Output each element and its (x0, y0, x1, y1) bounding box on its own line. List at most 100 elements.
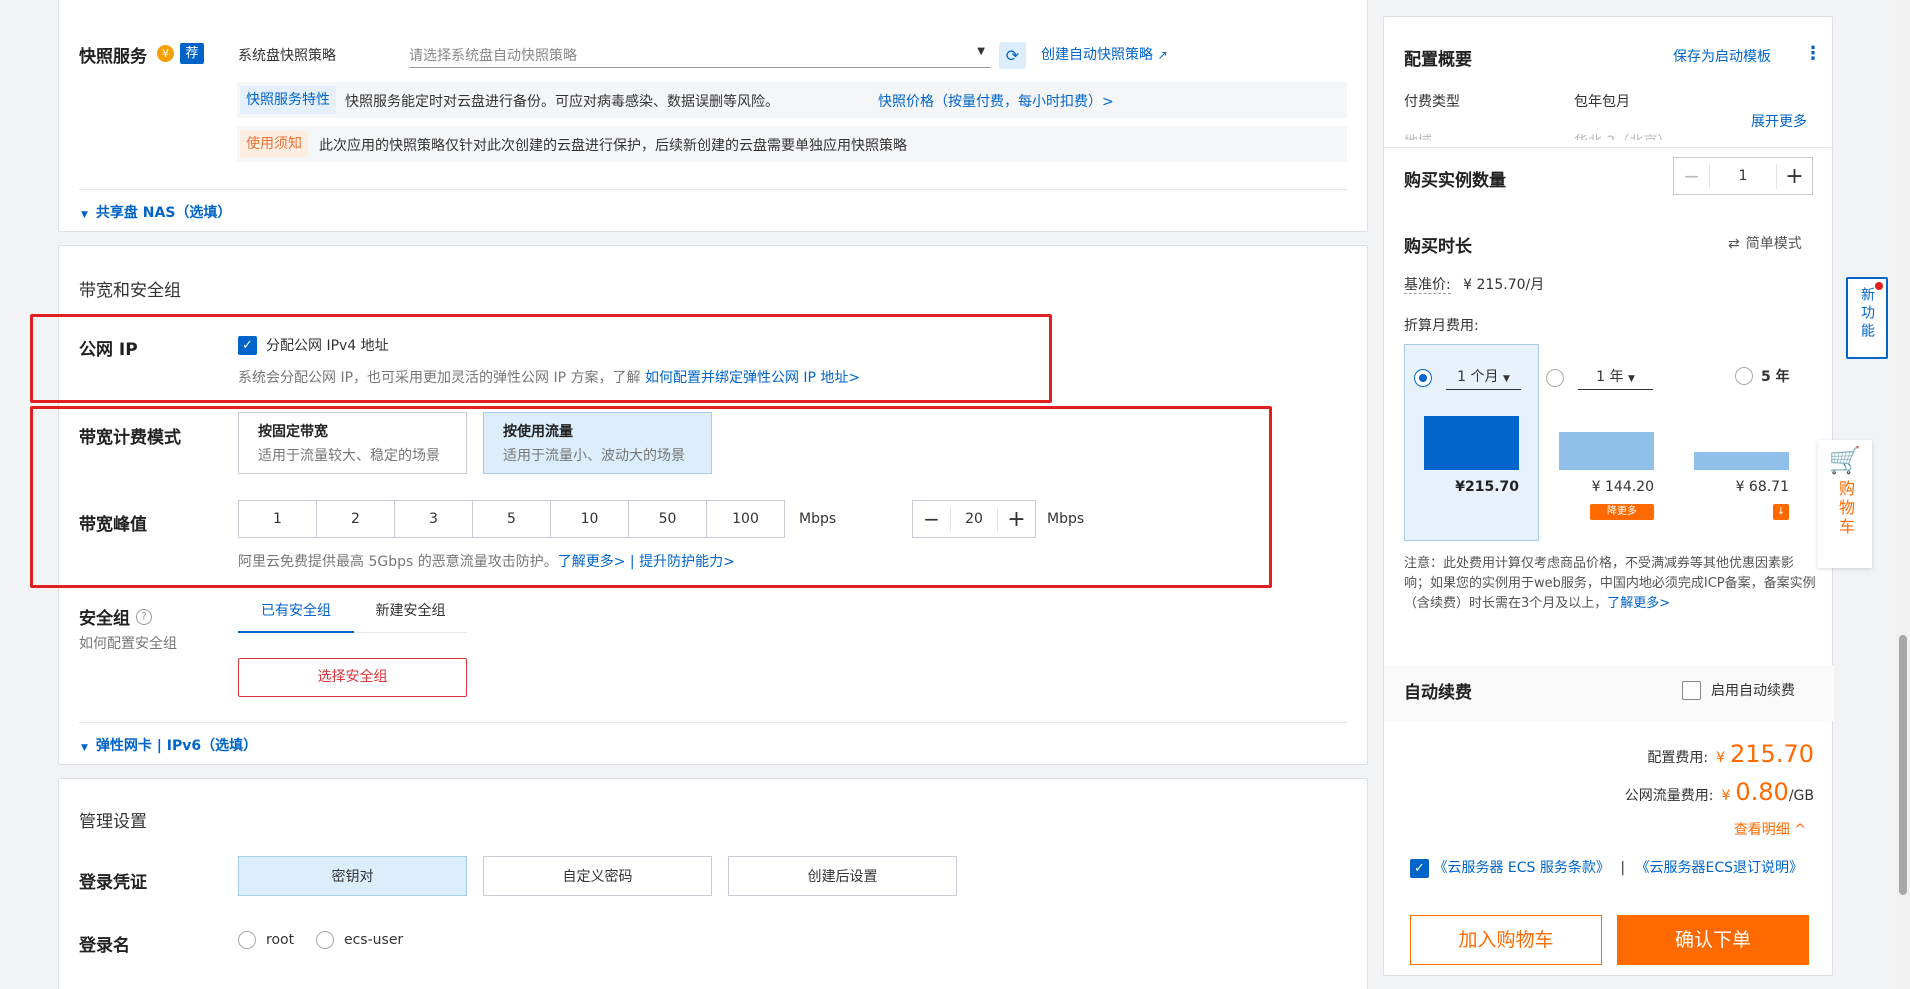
feature-row: 快照服务特性 快照服务能定时对云盘进行备份。可应对病毒感染、数据误删等风险。 快… (237, 82, 1347, 118)
scrollbar-thumb[interactable] (1899, 635, 1907, 895)
plan-1m-price: ¥215.70 (1455, 479, 1519, 495)
plan-1m-radio[interactable] (1414, 369, 1432, 387)
save-template-link[interactable]: 保存为启动模板 (1673, 46, 1771, 66)
config-fee-currency: ¥ (1716, 750, 1726, 766)
traffic-fee-row: 公网流量费用: ¥ 0.80 /GB (1625, 778, 1814, 806)
eni-toggle[interactable]: ▼ 弹性网卡 | IPv6（选填） (81, 735, 257, 755)
refresh-icon: ⟳ (1005, 46, 1020, 65)
security-group-label: 安全组 (79, 609, 130, 629)
cart-widget[interactable]: 🛒 购物车 (1818, 440, 1872, 568)
view-detail-link[interactable]: 查看明细 ^ (1734, 819, 1806, 839)
auto-renew-box[interactable] (1682, 680, 1701, 700)
coin-icon: ¥ (157, 45, 174, 62)
plan-5y-radio[interactable] (1735, 367, 1753, 385)
triangle-down-icon: ▼ (81, 210, 88, 220)
traffic-fee-currency: ¥ (1721, 788, 1731, 804)
username-ecs-user[interactable]: ecs-user (316, 931, 403, 949)
new-feature-widget[interactable]: 新功能 (1846, 277, 1888, 359)
base-price-label: 基准价: (1404, 277, 1451, 294)
summary-title: 配置概要 (1404, 50, 1472, 70)
more-vertical-icon[interactable]: ⋮ (1804, 43, 1822, 64)
management-section-title: 管理设置 (79, 812, 147, 832)
config-fee-label: 配置费用: (1647, 750, 1709, 766)
username-label: 登录名 (79, 936, 130, 956)
help-icon[interactable]: ? (136, 608, 152, 625)
plan-1y-select[interactable]: 1 年 ▼ (1578, 366, 1653, 390)
snapshot-price-link[interactable]: 快照价格（按量付费，每小时扣费）> (878, 91, 1114, 111)
confirm-order-button[interactable]: 确认下单 (1617, 915, 1809, 965)
simple-mode-label: 简单模式 (1745, 236, 1802, 252)
highlight-bandwidth (30, 406, 1272, 588)
terms-sep: | (1620, 860, 1626, 876)
qty-value[interactable]: 1 (1710, 168, 1776, 184)
summary-panel: 配置概要 保存为启动模板 ⋮ 付费类型 包年包月 地域 华北 2（北京） 展开更… (1383, 16, 1834, 976)
qty-label: 购买实例数量 (1404, 171, 1506, 191)
terms-link-2[interactable]: 《云服务器ECS退订说明》 (1636, 860, 1804, 876)
plan-1y-header[interactable]: 1 年 ▼ (1546, 366, 1653, 390)
pay-type-label: 付费类型 (1404, 94, 1460, 110)
security-group-label-wrap: 安全组 ? (79, 604, 152, 629)
username-root-label: root (266, 932, 295, 948)
plan-5y-header[interactable]: 5 年 (1735, 366, 1790, 386)
qty-plus-icon[interactable]: + (1776, 163, 1812, 189)
create-policy-link[interactable]: 创建自动快照策略 ↗ (1041, 44, 1168, 64)
config-fee-row: 配置费用: ¥ 215.70 (1647, 740, 1814, 768)
traffic-fee-unit: /GB (1788, 788, 1814, 804)
price-note: 注意：此处费用计算仅考虑商品价格，不受满减券等其他优惠因素影响；如果您的实例用于… (1404, 554, 1816, 614)
notice-tag: 使用须知 (240, 130, 308, 158)
login-option-keypair[interactable]: 密钥对 (238, 856, 467, 896)
highlight-public-ip (30, 314, 1052, 403)
cart-icon: 🛒 (1828, 446, 1862, 476)
tab-existing-sg[interactable]: 已有安全组 (238, 596, 354, 633)
pay-type-value: 包年包月 (1574, 94, 1630, 110)
plan-bar (1694, 452, 1789, 470)
plan-5y-price: ¥ 68.71 (1735, 479, 1789, 495)
eni-label: 弹性网卡 | IPv6（选填） (95, 738, 258, 754)
policy-placeholder: 请选择系统盘自动快照策略 (409, 48, 577, 64)
plan-5y-label: 5 年 (1761, 369, 1790, 385)
config-fee-value: 215.70 (1730, 740, 1814, 768)
login-label: 登录凭证 (79, 873, 147, 893)
auto-renew-checkbox[interactable]: 启用自动续费 (1682, 680, 1795, 700)
security-group-help[interactable]: 如何配置安全组 (79, 633, 177, 653)
qty-stepper: − 1 + (1673, 157, 1813, 195)
notification-dot (1875, 282, 1883, 290)
notice-row: 使用须知 此次应用的快照策略仅针对此次创建的云盘进行保护，后续新创建的云盘需要单… (237, 126, 1347, 162)
sg-tabs: 已有安全组 新建安全组 (238, 596, 467, 633)
region-value: 华北 2（北京） (1574, 131, 1671, 140)
terms-link-1[interactable]: 《云服务器 ECS 服务条款》 (1433, 860, 1609, 876)
traffic-fee-label: 公网流量费用: (1624, 788, 1714, 804)
tab-new-sg[interactable]: 新建安全组 (354, 596, 467, 633)
login-option-password[interactable]: 自定义密码 (483, 856, 712, 896)
policy-select[interactable]: 请选择系统盘自动快照策略 ▼ (409, 38, 991, 68)
qty-minus-icon[interactable]: − (1674, 164, 1710, 188)
duration-label: 购买时长 (1404, 237, 1472, 257)
caret-down-icon: ▼ (977, 46, 985, 57)
plan-1m-header[interactable]: 1 个月 ▼ (1414, 366, 1521, 390)
policy-label: 系统盘快照策略 (238, 48, 336, 64)
snapshot-divider (79, 189, 1347, 190)
add-cart-button[interactable]: 加入购物车 (1410, 915, 1602, 965)
management-card: 管理设置 登录凭证 密钥对 自定义密码 创建后设置 登录名 root ecs-u… (58, 778, 1368, 989)
radio-ecs-user[interactable] (316, 931, 334, 949)
expand-more-link[interactable]: 展开更多 (1751, 111, 1807, 131)
plan-1y-badge: 降更多 (1590, 504, 1654, 520)
snapshot-card: 快照服务 ¥ 荐 系统盘快照策略 请选择系统盘自动快照策略 ▼ ⟳ 创建自动快照… (58, 0, 1368, 232)
nas-toggle[interactable]: ▼ 共享盘 NAS（选填） (81, 202, 231, 222)
username-root[interactable]: root (238, 931, 294, 949)
terms-checkbox[interactable]: ✓ (1410, 858, 1429, 878)
select-sg-button[interactable]: 选择安全组 (238, 658, 467, 697)
caret-down-icon: ▼ (1627, 374, 1635, 384)
auto-renew-check-label: 启用自动续费 (1711, 683, 1795, 699)
plan-1m-select[interactable]: 1 个月 ▼ (1446, 366, 1521, 390)
price-note-link[interactable]: 了解更多> (1607, 596, 1670, 611)
simple-mode-toggle[interactable]: ⇄ 简单模式 (1728, 233, 1802, 253)
refresh-button[interactable]: ⟳ (999, 42, 1026, 69)
bandwidth-divider (79, 722, 1347, 723)
traffic-fee-value: 0.80 (1735, 778, 1789, 806)
snapshot-title: 快照服务 (79, 47, 147, 67)
login-option-later[interactable]: 创建后设置 (728, 856, 957, 896)
radio-root[interactable] (238, 931, 256, 949)
feature-text: 快照服务能定时对云盘进行备份。可应对病毒感染、数据误删等风险。 (345, 94, 779, 110)
plan-1y-radio[interactable] (1546, 369, 1564, 387)
